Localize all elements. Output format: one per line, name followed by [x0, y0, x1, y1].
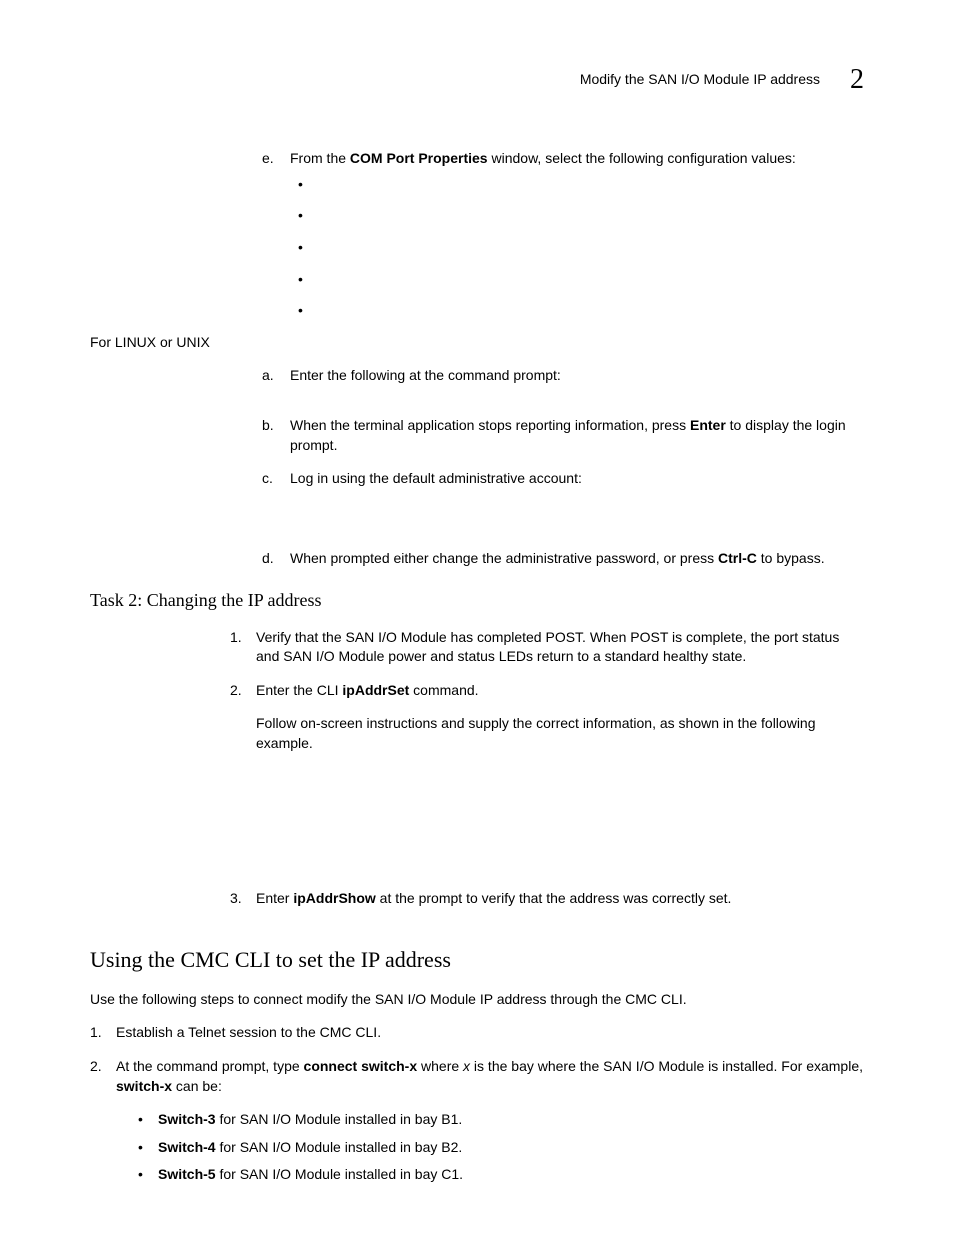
switch-4-item: • Switch-4 for SAN I/O Module installed …	[138, 1138, 864, 1158]
task2-2-marker: 2.	[230, 681, 256, 884]
task2-3-pre: Enter	[256, 890, 293, 906]
cmc-2-p2: where	[417, 1058, 463, 1074]
task2-2-bold: ipAddrSet	[342, 682, 409, 698]
linux-d-body: When prompted either change the administ…	[290, 549, 864, 569]
cmc-2-b2: switch-x	[116, 1078, 172, 1094]
sw5-bold: Switch-5	[158, 1166, 216, 1182]
linux-c-marker: c.	[262, 469, 290, 489]
com-port-bullets: • • • • •	[298, 175, 864, 321]
step-e-post: window, select the following configurati…	[488, 150, 796, 166]
cmc-2-p1: At the command prompt, type	[116, 1058, 304, 1074]
cmc-2-marker: 2.	[90, 1057, 116, 1193]
sw3-bold: Switch-3	[158, 1111, 216, 1127]
task2-1-marker: 1.	[230, 628, 256, 667]
task2-step-1: 1. Verify that the SAN I/O Module has co…	[230, 628, 864, 667]
linux-c-text: Log in using the default administrative …	[290, 469, 864, 489]
cmc-1-marker: 1.	[90, 1023, 116, 1043]
linux-d-marker: d.	[262, 549, 290, 569]
step-e-bold: COM Port Properties	[350, 150, 488, 166]
bullet-5: •	[298, 301, 864, 321]
cmc-2-body: At the command prompt, type connect swit…	[116, 1057, 864, 1193]
chapter-number: 2	[850, 60, 864, 99]
cmc-intro: Use the following steps to connect modif…	[90, 990, 864, 1010]
linux-step-c: c. Log in using the default administrati…	[262, 469, 864, 489]
task2-step-2: 2. Enter the CLI ipAddrSet command. Foll…	[230, 681, 864, 884]
task2-2-post: command.	[409, 682, 478, 698]
task2-3-bold: ipAddrShow	[293, 890, 375, 906]
task2-2-body: Enter the CLI ipAddrSet command. Follow …	[256, 681, 864, 884]
switch-bullets: • Switch-3 for SAN I/O Module installed …	[138, 1110, 864, 1185]
linux-step-a: a. Enter the following at the command pr…	[262, 366, 864, 386]
cmc-step-2: 2. At the command prompt, type connect s…	[90, 1057, 864, 1193]
cmc-2-p4: can be:	[172, 1078, 222, 1094]
switch-5-item: • Switch-5 for SAN I/O Module installed …	[138, 1165, 864, 1185]
sw4-text: for SAN I/O Module installed in bay B2.	[216, 1139, 463, 1155]
sw4-bold: Switch-4	[158, 1139, 216, 1155]
task2-2-pre: Enter the CLI	[256, 682, 342, 698]
linux-a-marker: a.	[262, 366, 290, 386]
task2-3-post: at the prompt to verify that the address…	[376, 890, 732, 906]
linux-a-text: Enter the following at the command promp…	[290, 366, 864, 386]
bullet-4: •	[298, 270, 864, 290]
step-e: e. From the COM Port Properties window, …	[262, 149, 864, 169]
task2-2-follow: Follow on-screen instructions and supply…	[256, 714, 864, 753]
page-content: e. From the COM Port Properties window, …	[230, 149, 864, 1193]
cmc-step-1: 1. Establish a Telnet session to the CMC…	[90, 1023, 864, 1043]
cmc-2-b1: connect switch-x	[304, 1058, 418, 1074]
linux-b-bold: Enter	[690, 417, 726, 433]
linux-b-body: When the terminal application stops repo…	[290, 416, 864, 455]
step-e-body: From the COM Port Properties window, sel…	[290, 149, 864, 169]
switch-3-item: • Switch-3 for SAN I/O Module installed …	[138, 1110, 864, 1130]
step-e-pre: From the	[290, 150, 350, 166]
cmc-2-p3: is the bay where the SAN I/O Module is i…	[470, 1058, 863, 1074]
task2-heading: Task 2: Changing the IP address	[90, 588, 864, 613]
task2-1-text: Verify that the SAN I/O Module has compl…	[256, 628, 864, 667]
task2-3-body: Enter ipAddrShow at the prompt to verify…	[256, 889, 864, 909]
linux-d-pre: When prompted either change the administ…	[290, 550, 718, 566]
header-title: Modify the SAN I/O Module IP address	[580, 70, 820, 90]
bullet-3: •	[298, 238, 864, 258]
sw3-text: for SAN I/O Module installed in bay B1.	[216, 1111, 463, 1127]
page-header: Modify the SAN I/O Module IP address 2	[90, 60, 864, 99]
linux-b-pre: When the terminal application stops repo…	[290, 417, 690, 433]
task2-3-marker: 3.	[230, 889, 256, 909]
cmc-1-text: Establish a Telnet session to the CMC CL…	[116, 1023, 864, 1043]
cmc-2-i1: x	[463, 1058, 470, 1074]
linux-step-b: b. When the terminal application stops r…	[262, 416, 864, 455]
cmc-heading: Using the CMC CLI to set the IP address	[90, 945, 864, 976]
step-e-marker: e.	[262, 149, 290, 169]
linux-d-bold: Ctrl-C	[718, 550, 757, 566]
task2-step-3: 3. Enter ipAddrShow at the prompt to ver…	[230, 889, 864, 909]
linux-b-marker: b.	[262, 416, 290, 455]
bullet-2: •	[298, 206, 864, 226]
bullet-1: •	[298, 175, 864, 195]
linux-intro: For LINUX or UNIX	[90, 333, 864, 353]
sw5-text: for SAN I/O Module installed in bay C1.	[216, 1166, 463, 1182]
linux-step-d: d. When prompted either change the admin…	[262, 549, 864, 569]
linux-d-post: to bypass.	[757, 550, 825, 566]
